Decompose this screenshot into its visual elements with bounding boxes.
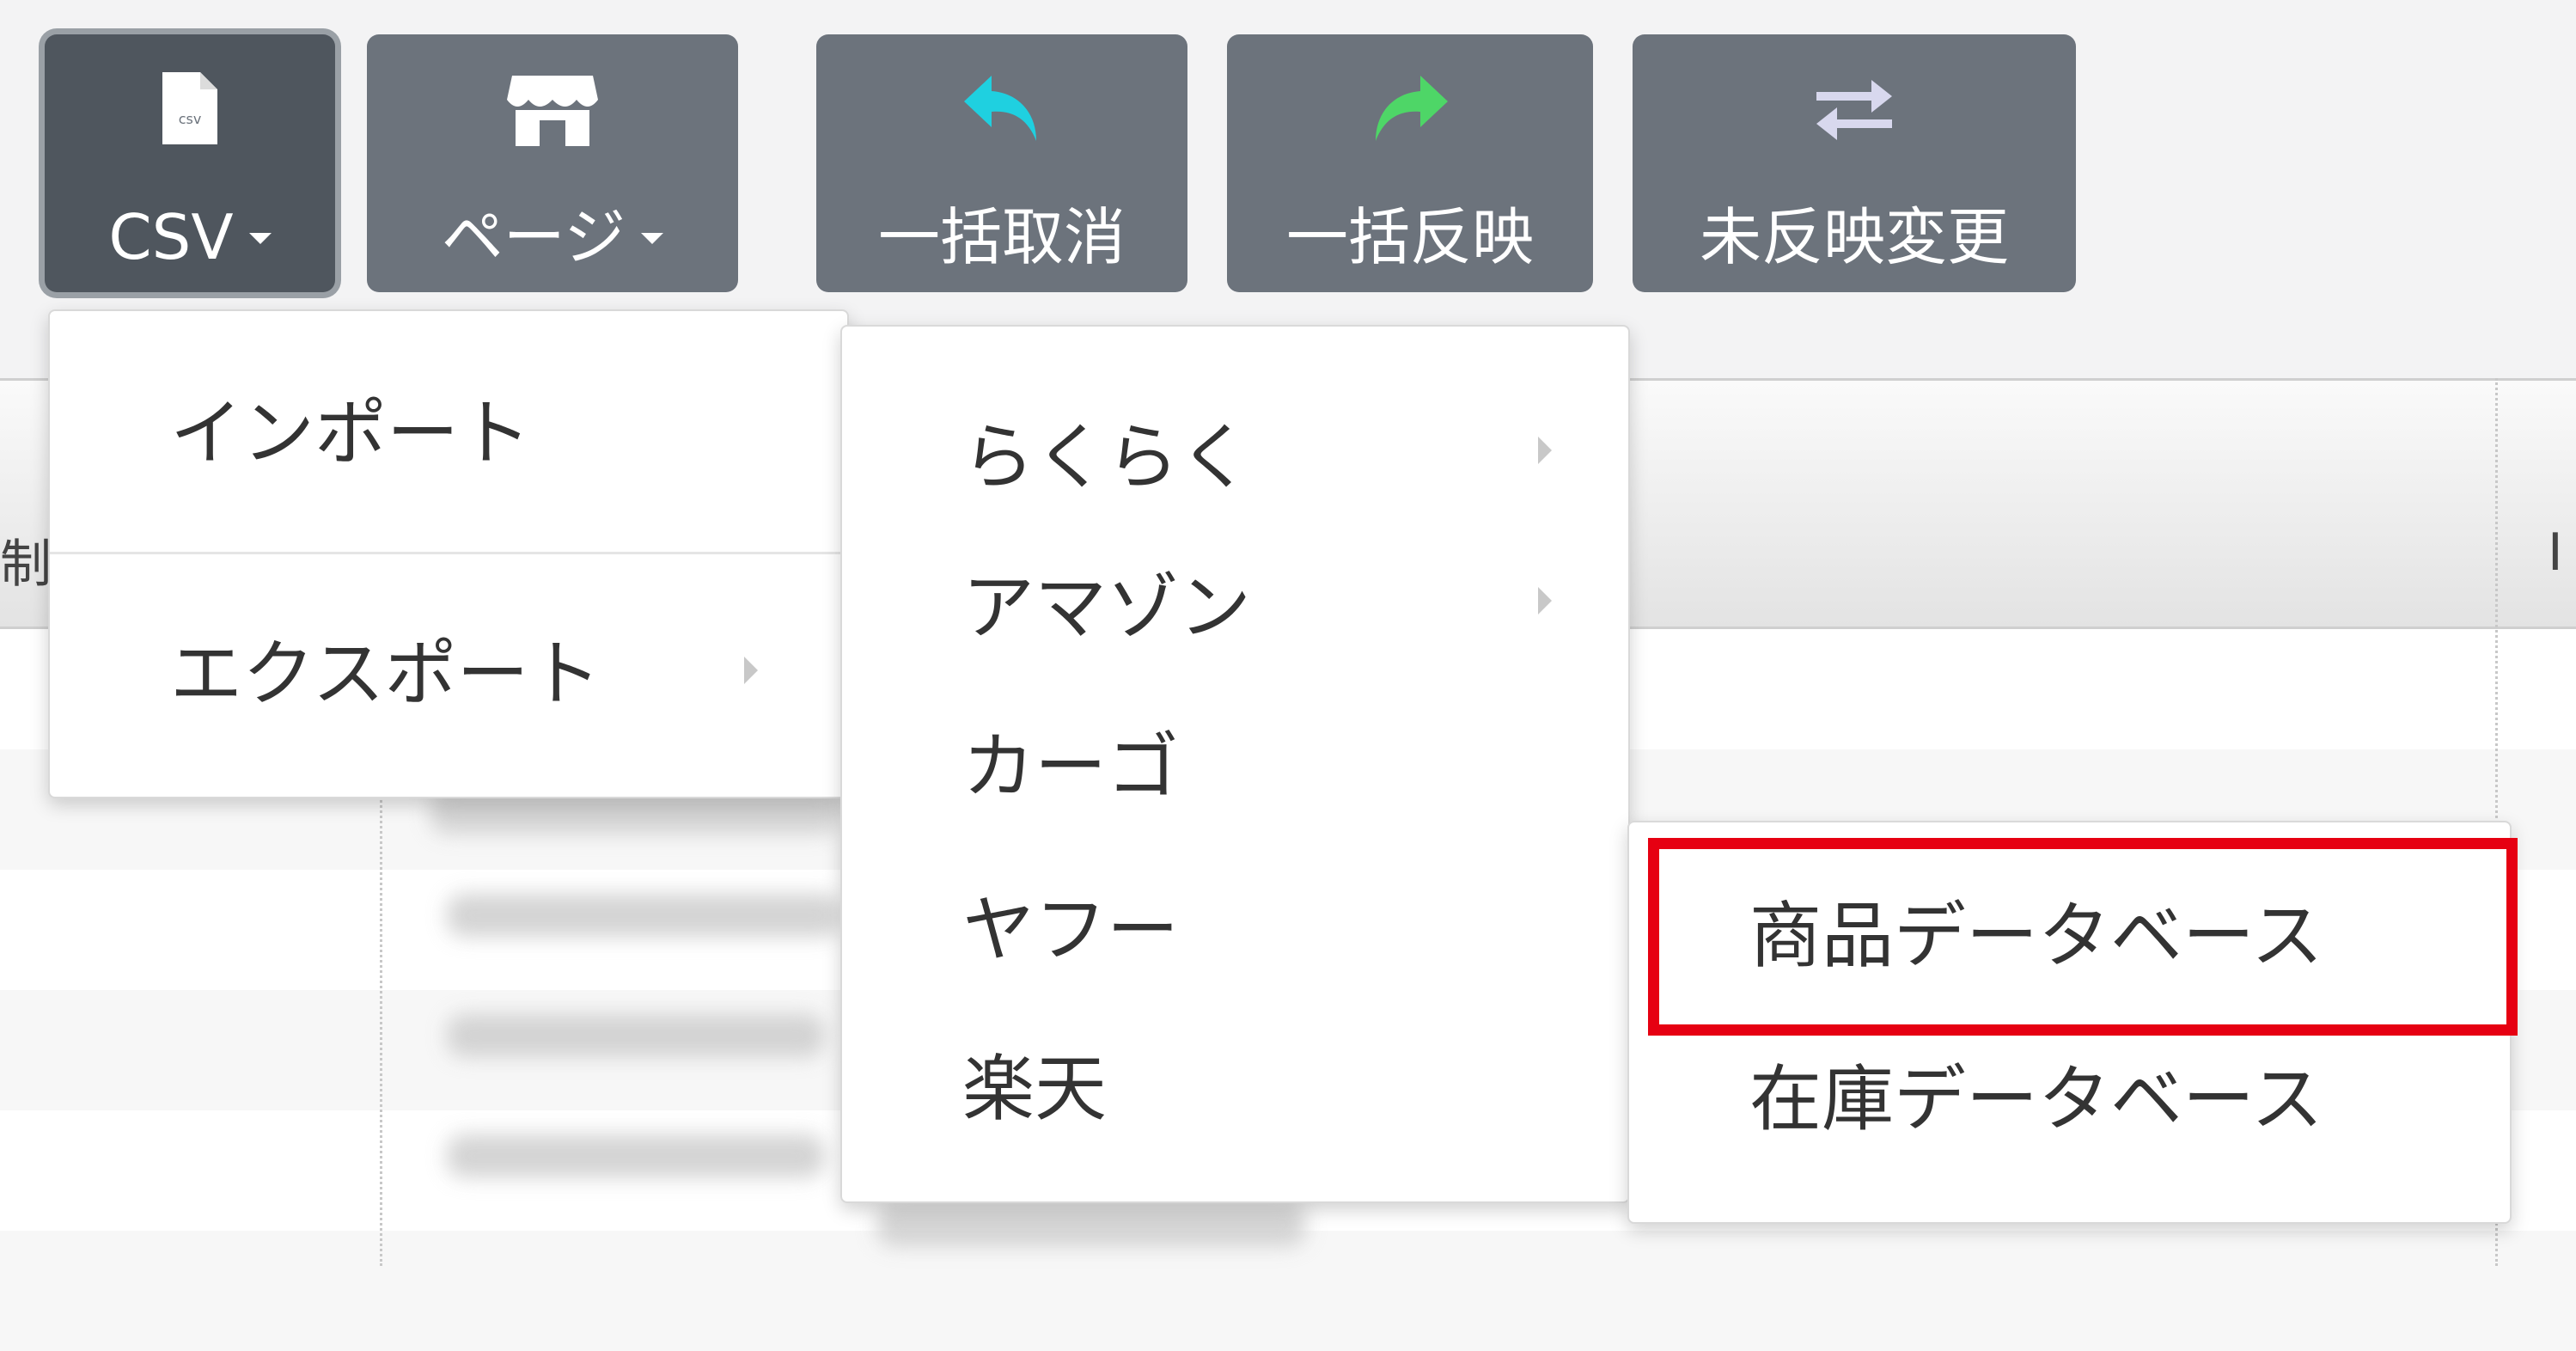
csv-file-icon: csv [45, 70, 335, 148]
csv-dropdown-menu: インポート エクスポート [48, 309, 849, 798]
menu-item-label: ヤフー [962, 888, 1180, 972]
blurred-cell [447, 1134, 825, 1177]
bulk-cancel-button[interactable]: 一括取消 [816, 34, 1187, 292]
blurred-cell [447, 1014, 825, 1057]
highlight-box [1648, 838, 2518, 1036]
unapplied-changes-button[interactable]: 未反映変更 [1633, 34, 2076, 292]
chevron-down-icon [641, 232, 664, 244]
menu-item-label: カーゴ [962, 724, 1180, 809]
bulk-apply-button-label: 一括反映 [1285, 201, 1534, 273]
svg-text:csv: csv [179, 111, 202, 127]
store-icon [367, 70, 738, 148]
menu-item-label: らくらく [962, 415, 1252, 499]
undo-arrow-icon [816, 70, 1187, 148]
page-button-label: ページ [441, 201, 626, 273]
grid-header-cell-right: I [2548, 523, 2563, 583]
menu-item-label: エクスポート [170, 632, 601, 716]
bulk-cancel-button-label: 一括取消 [877, 201, 1126, 273]
menu-item-label: 在庫データベース [1749, 1057, 2323, 1141]
chevron-right-icon [744, 657, 758, 684]
table-row[interactable] [0, 1231, 2576, 1351]
csv-button[interactable]: csv CSV [45, 34, 335, 292]
chevron-down-icon [248, 232, 272, 244]
chevron-right-icon [1538, 437, 1552, 464]
csv-button-label: CSV [108, 201, 234, 273]
swap-arrows-icon [1633, 70, 2076, 148]
page-button[interactable]: ページ [367, 34, 738, 292]
blurred-cell [876, 1203, 1306, 1246]
unapplied-changes-button-label: 未反映変更 [1699, 201, 2009, 273]
chevron-right-icon [1538, 587, 1552, 614]
bulk-apply-button[interactable]: 一括反映 [1227, 34, 1593, 292]
menu-divider [50, 552, 847, 554]
menu-item-label: インポート [170, 391, 532, 475]
menu-item-label: アマゾン [962, 565, 1252, 650]
menu-item-label: 楽天 [962, 1047, 1108, 1131]
blurred-cell [447, 894, 842, 937]
redo-arrow-icon [1227, 70, 1593, 148]
export-submenu: らくらく アマゾン カーゴ ヤフー 楽天 [840, 325, 1630, 1203]
